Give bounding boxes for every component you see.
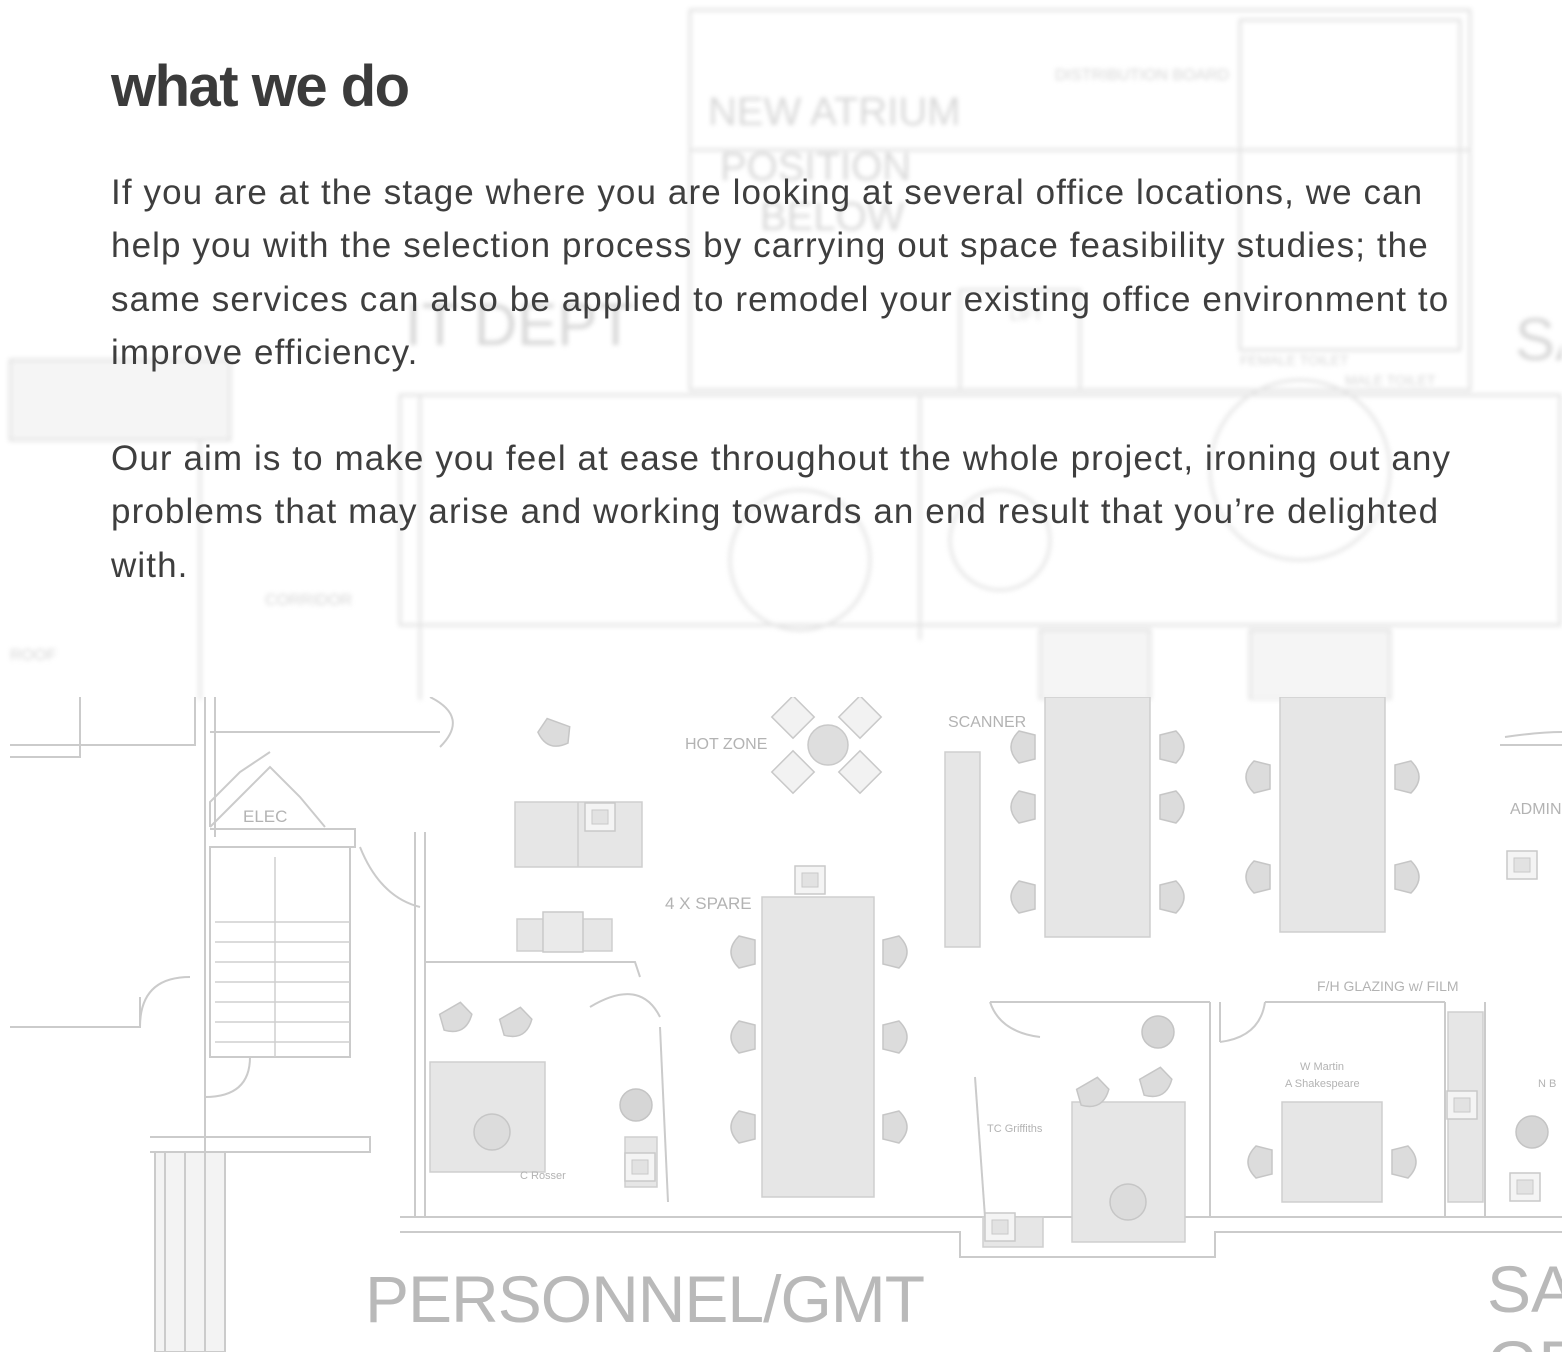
label-scanner: SCANNER — [948, 714, 1026, 731]
aim-paragraph: Our aim is to make you feel at ease thro… — [111, 439, 1452, 585]
label-hot-zone: HOT ZONE — [685, 736, 767, 753]
label-tc-griffiths: TC Griffiths — [987, 1123, 1043, 1135]
hot-zone-table — [770, 697, 883, 795]
what-we-do-section: what we do If you are at the stage where… — [111, 52, 1471, 592]
floor-plan-desks — [429, 697, 1484, 1248]
page: NEW ATRIUM POSITION BELOW IT DEPT SA DIS… — [0, 0, 1562, 1352]
label-spare: 4 X SPARE — [665, 894, 752, 913]
plan-label-sa-top: SA — [1515, 306, 1562, 373]
floor-plan-image: ELEC HOT ZONE SCANNER 4 X SPARE F/H GLAZ… — [0, 697, 1562, 1352]
label-n-b: N B — [1538, 1078, 1556, 1090]
label-glazing: F/H GLAZING w/ FILM — [1317, 978, 1459, 994]
intro-paragraph: If you are at the stage where you are lo… — [111, 173, 1450, 372]
floor-plan-chairs — [435, 716, 1420, 1221]
label-w-martin: W Martin — [1300, 1061, 1344, 1073]
label-admin: ADMIN — [1510, 801, 1562, 818]
plan-label-roof: ROOF — [10, 647, 56, 664]
label-sa: SA — [1487, 1252, 1562, 1326]
label-c-rosser: C Rosser — [520, 1170, 566, 1182]
label-elec: ELEC — [243, 807, 287, 826]
label-a-shakespeare: A Shakespeare — [1285, 1078, 1360, 1090]
section-heading: what we do — [111, 54, 410, 119]
label-ge: GE — [1487, 1327, 1562, 1352]
label-personnel-gmt: PERSONNEL/GMT — [365, 1262, 924, 1336]
plan-label-corridor: CORRIDOR — [265, 592, 352, 609]
floor-plan-monitors — [542, 802, 1541, 1242]
